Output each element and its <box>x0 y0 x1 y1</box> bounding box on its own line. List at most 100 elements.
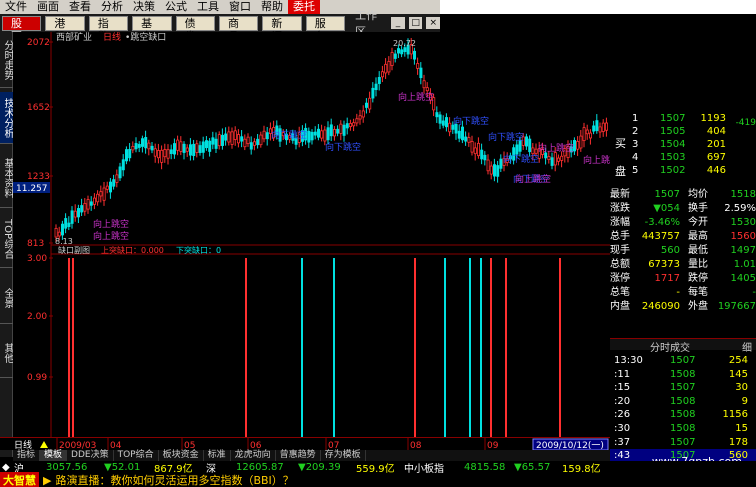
tick-volume: 15 <box>735 423 748 434</box>
order-volume: 446 <box>706 165 726 176</box>
sidebar-tab[interactable]: 技术分析 <box>0 92 13 144</box>
order-price: 1504 <box>660 139 686 150</box>
sidebar-tab[interactable]: TOP综合 <box>0 212 13 268</box>
stat-value-2: 2.59% <box>724 203 756 214</box>
close-icon[interactable]: × <box>426 17 441 29</box>
order-row[interactable]: 1 1507 1193 <box>610 112 756 125</box>
order-row[interactable]: 5 1502 446 <box>610 164 756 177</box>
candle-body <box>464 136 468 142</box>
sidebar-tab[interactable]: 全景 <box>0 272 13 324</box>
candle-body <box>188 144 192 156</box>
menu-item[interactable]: 窗口 <box>224 0 256 14</box>
sidebar-tab[interactable]: 基本资料 <box>0 148 13 208</box>
market-button[interactable]: 指数 <box>88 15 129 43</box>
candle-body <box>438 114 442 124</box>
stat-row: 涨幅 -3.46% 今开 1530 <box>610 216 756 229</box>
candle-body <box>204 140 208 149</box>
market-button[interactable]: 基金 <box>132 15 172 43</box>
tick-price: 1508 <box>670 409 696 421</box>
market-button[interactable]: 债券 <box>175 15 215 43</box>
ticks-detail-link[interactable]: 细 <box>742 339 752 354</box>
menu-item[interactable]: 决策 <box>128 0 160 14</box>
market-button[interactable]: 服务 <box>305 15 346 43</box>
candle-body <box>316 128 320 138</box>
market-nav-bar: 股票港股指数基金债券商品新闻服务工作区_□× <box>0 9 441 43</box>
buy-side-label: 买盘 <box>615 130 627 186</box>
maximize-icon[interactable]: □ <box>408 17 423 29</box>
tick-row: :15 1507 30 <box>610 381 756 394</box>
menu-item[interactable]: 工具 <box>192 0 224 14</box>
template-tab[interactable]: DDE决策 <box>67 450 114 461</box>
candle-body <box>598 126 602 133</box>
candle-body <box>422 80 426 89</box>
menu-item[interactable]: 帮助 <box>256 0 288 14</box>
candle-body <box>448 122 452 133</box>
sz-value: 12605.87 <box>236 461 284 473</box>
buy-char-1: 买 <box>615 137 626 150</box>
candle-body <box>150 145 154 151</box>
sub-tick: 2.00 <box>27 312 47 322</box>
candle-body <box>435 112 439 118</box>
kline-chart-svg[interactable]: 207216521233813 向上跳空向上跳空向下跳空向下跳空向上跳空向下跳空… <box>13 31 619 437</box>
menu-item[interactable]: 分析 <box>96 0 128 14</box>
candle-body <box>246 136 250 145</box>
candle-body <box>380 71 384 78</box>
order-row[interactable]: 3 1504 201 <box>610 138 756 151</box>
sidebar-tab[interactable]: 其他 <box>0 328 13 378</box>
gap-up-label: 向上跳空 <box>93 218 129 230</box>
kline-chart-area[interactable]: 2072 1652 1233 813 向上跳空 向上跳空 向下跳空 向下跳空 向上跳空 向下跳空… <box>13 31 619 437</box>
stat-value-2: 1530 <box>730 217 756 228</box>
candle-body <box>77 208 81 218</box>
candle-body <box>73 210 77 218</box>
candle-body <box>265 132 269 140</box>
stat-value-2: 197667 <box>717 301 756 312</box>
sh-change: ▼52.01 <box>104 461 141 473</box>
candle-body <box>345 123 349 129</box>
candle-body <box>592 125 596 132</box>
candle-body <box>528 138 532 153</box>
candle-body <box>329 124 333 137</box>
candle-body <box>252 141 256 146</box>
gap-down-label: 向下跳空 <box>325 141 361 153</box>
news-ticker[interactable]: 大智慧 ▶ 路演直播：教你如何灵活运用多空指数（BBI）？ <box>0 472 756 487</box>
candle-body <box>140 138 144 147</box>
candle-body <box>444 117 448 128</box>
tick-time: :26 <box>614 409 631 421</box>
ticker-text[interactable]: 路演直播：教你如何灵活运用多空指数（BBI）？ <box>55 472 293 487</box>
candle-body <box>70 210 74 224</box>
menu-item[interactable]: 文件 <box>0 0 32 14</box>
menu-item[interactable]: 公式 <box>160 0 192 14</box>
sidebar-tab[interactable]: 分时走势 <box>0 32 13 88</box>
candle-body <box>99 191 103 197</box>
menu-item[interactable]: 查看 <box>64 0 96 14</box>
order-price: 1507 <box>660 113 686 124</box>
order-row[interactable]: 4 1503 697 <box>610 151 756 164</box>
template-tab[interactable]: TOP综合 <box>114 450 159 461</box>
template-tab[interactable]: 曾惠趋势 <box>276 450 321 461</box>
tick-price: 1507 <box>670 436 696 448</box>
market-button[interactable]: 商品 <box>218 15 259 43</box>
stat-value: ▼054 <box>653 203 680 214</box>
stat-value: 443757 <box>641 231 680 242</box>
order-menu-item[interactable]: 委托 <box>288 0 320 14</box>
template-tab[interactable]: 龙虎动向 <box>231 450 276 461</box>
triangle-icon[interactable] <box>40 441 48 448</box>
candle-body <box>515 144 519 155</box>
candle-body <box>214 138 218 149</box>
candle-body <box>137 144 141 148</box>
candle-body <box>550 157 554 166</box>
order-row[interactable]: 2 1505 404 <box>610 125 756 138</box>
market-button[interactable]: 股票 <box>2 15 42 43</box>
minimize-icon[interactable]: _ <box>391 17 405 29</box>
zx-change: ▼65.57 <box>514 461 551 473</box>
market-button[interactable]: 港股 <box>45 15 85 43</box>
market-button[interactable]: 新闻 <box>262 15 302 43</box>
stat-key-2: 均价 <box>688 189 708 200</box>
candle-body <box>153 148 157 157</box>
candle-body <box>579 135 583 149</box>
candle-body <box>172 143 176 155</box>
candle-body <box>320 130 324 139</box>
menu-item[interactable]: 画面 <box>32 0 64 14</box>
tick-volume: 1156 <box>722 409 748 421</box>
gap-down-label: 向下跳空 <box>453 115 489 127</box>
